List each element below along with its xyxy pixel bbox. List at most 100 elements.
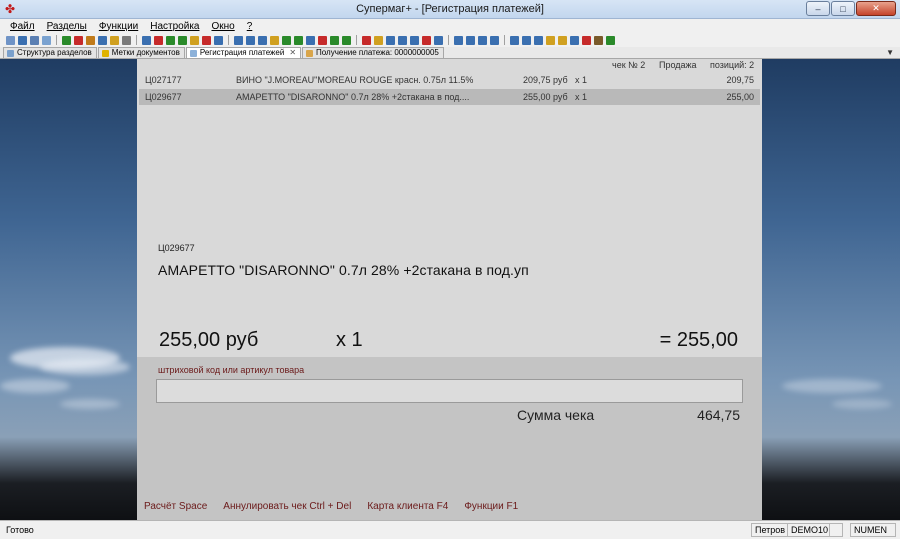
toolbar-tool-icon[interactable] <box>234 35 243 45</box>
functions-hotkey[interactable]: Функции F1 <box>464 501 518 512</box>
cash-icon <box>189 49 197 57</box>
item-qty: x 1 <box>575 75 588 85</box>
item-price: 255,00 руб <box>523 92 568 102</box>
toolbar-tool-icon[interactable] <box>154 35 163 45</box>
toolbar-tool-icon[interactable] <box>434 35 443 45</box>
toolbar-tool-icon[interactable] <box>466 35 475 45</box>
window-controls: – □ ✕ <box>806 1 896 16</box>
toolbar-separator <box>136 35 137 45</box>
tab-doc-marks[interactable]: Метки документов <box>97 47 185 58</box>
toolbar-tool-icon[interactable] <box>490 35 499 45</box>
tab-label: Регистрация платежей <box>199 48 285 57</box>
toolbar-tool-icon[interactable] <box>522 35 531 45</box>
check-sum-label: Сумма чека <box>517 407 595 423</box>
menu-sections[interactable]: Разделы <box>47 21 87 32</box>
toolbar-tool-icon[interactable] <box>178 35 187 45</box>
toolbar-tool-icon[interactable] <box>282 35 291 45</box>
current-item-code: Ц029677 <box>158 243 195 253</box>
toolbar-tool-icon[interactable] <box>422 35 431 45</box>
current-item-name: АМАРЕТТО "DISARONNO" 0.7л 28% +2стакана … <box>158 262 529 278</box>
barcode-label: штриховой код или артикул товара <box>158 365 305 375</box>
tab-list-chevron-down-icon[interactable]: ▼ <box>886 48 894 57</box>
item-name: ВИНО "J.MOREAU"MOREAU ROUGE красн. 0.75л… <box>236 75 474 85</box>
toolbar-tool-icon[interactable] <box>202 35 211 45</box>
table-row[interactable]: Ц029677 АМАРЕТТО "DISARONNO" 0.7л 28% +2… <box>139 89 760 105</box>
toolbar-tool-icon[interactable] <box>142 35 151 45</box>
close-tab-icon[interactable]: ✕ <box>289 48 296 58</box>
toolbar-tool-icon[interactable] <box>270 35 279 45</box>
minimize-button[interactable]: – <box>806 1 830 16</box>
toolbar-tool-icon[interactable] <box>122 35 131 45</box>
menu-functions[interactable]: Функции <box>99 21 138 32</box>
menu-window[interactable]: Окно <box>211 21 234 32</box>
check-header: чек № 2 Продажа позиций: 2 <box>137 59 762 71</box>
toolbar-tool-icon[interactable] <box>318 35 327 45</box>
toolbar-tool-icon[interactable] <box>6 35 15 45</box>
toolbar-tool-icon[interactable] <box>594 35 603 45</box>
toolbar-tool-icon[interactable] <box>582 35 591 45</box>
toolbar-tool-icon[interactable] <box>42 35 51 45</box>
toolbar-tool-icon[interactable] <box>570 35 579 45</box>
item-code: Ц027177 <box>145 75 182 85</box>
tab-structure[interactable]: Структура разделов <box>3 47 97 58</box>
table-row[interactable]: Ц027177 ВИНО "J.MOREAU"MOREAU ROUGE крас… <box>139 72 760 88</box>
toolbar-tool-icon[interactable] <box>110 35 119 45</box>
toolbar-tool-icon[interactable] <box>74 35 83 45</box>
status-empty-cell <box>829 523 843 537</box>
toolbar-tool-icon[interactable] <box>478 35 487 45</box>
toolbar-tool-icon[interactable] <box>98 35 107 45</box>
toolbar-tool-icon[interactable] <box>190 35 199 45</box>
toolbar-tool-icon[interactable] <box>62 35 71 45</box>
toolbar-tool-icon[interactable] <box>546 35 555 45</box>
toolbar-tool-icon[interactable] <box>374 35 383 45</box>
item-code: Ц029677 <box>145 92 182 102</box>
menu-help[interactable]: ? <box>247 21 253 32</box>
item-sum: 209,75 <box>726 75 754 85</box>
toolbar-tool-icon[interactable] <box>330 35 339 45</box>
menu-settings[interactable]: Настройка <box>150 21 199 32</box>
hotkey-bar: Расчёт Space Аннулировать чек Ctrl + Del… <box>144 501 518 512</box>
toolbar-tool-icon[interactable] <box>18 35 27 45</box>
current-item-qty: x 1 <box>336 329 363 351</box>
toolbar-tool-icon[interactable] <box>362 35 371 45</box>
positions-count: позиций: 2 <box>710 60 755 70</box>
toolbar-tool-icon[interactable] <box>342 35 351 45</box>
input-area: штриховой код или артикул товара Сумма ч… <box>137 357 762 520</box>
toolbar-tool-icon[interactable] <box>398 35 407 45</box>
toolbar-tool-icon[interactable] <box>534 35 543 45</box>
item-sum: 255,00 <box>726 92 754 102</box>
tab-payment-registration[interactable]: Регистрация платежей ✕ <box>185 47 302 58</box>
payment-icon <box>306 49 314 57</box>
check-number: чек № 2 <box>612 60 646 70</box>
toolbar-tool-icon[interactable] <box>86 35 95 45</box>
barcode-input[interactable] <box>156 379 743 403</box>
close-button[interactable]: ✕ <box>856 1 896 16</box>
tab-label: Структура разделов <box>17 48 92 57</box>
tab-receive-payment[interactable]: Получение платежа: 0000000005 <box>302 47 444 58</box>
maximize-button[interactable]: □ <box>831 1 855 16</box>
status-text: Готово <box>6 525 34 535</box>
toolbar-tool-icon[interactable] <box>306 35 315 45</box>
toolbar-tool-icon[interactable] <box>30 35 39 45</box>
toolbar-tool-icon[interactable] <box>558 35 567 45</box>
toolbar-tool-icon[interactable] <box>510 35 519 45</box>
status-numlock: NUMEN <box>850 523 896 537</box>
cancel-check-hotkey[interactable]: Аннулировать чек Ctrl + Del <box>223 501 351 512</box>
toolbar-separator <box>356 35 357 45</box>
toolbar-tool-icon[interactable] <box>214 35 223 45</box>
toolbar-tool-icon[interactable] <box>606 35 615 45</box>
toolbar-tool-icon[interactable] <box>166 35 175 45</box>
toolbar-separator <box>504 35 505 45</box>
toolbar-tool-icon[interactable] <box>294 35 303 45</box>
pay-hotkey[interactable]: Расчёт Space <box>144 501 207 512</box>
menu-file[interactable]: Файл <box>10 21 35 32</box>
toolbar-tool-icon[interactable] <box>386 35 395 45</box>
toolbar-tool-icon[interactable] <box>246 35 255 45</box>
desktop-background-left <box>0 59 137 520</box>
tab-label: Получение платежа: 0000000005 <box>316 48 439 57</box>
toolbar-tool-icon[interactable] <box>454 35 463 45</box>
toolbar-tool-icon[interactable] <box>410 35 419 45</box>
client-card-hotkey[interactable]: Карта клиента F4 <box>367 501 448 512</box>
toolbar-tool-icon[interactable] <box>258 35 267 45</box>
status-database: DEMO10 <box>787 523 833 537</box>
